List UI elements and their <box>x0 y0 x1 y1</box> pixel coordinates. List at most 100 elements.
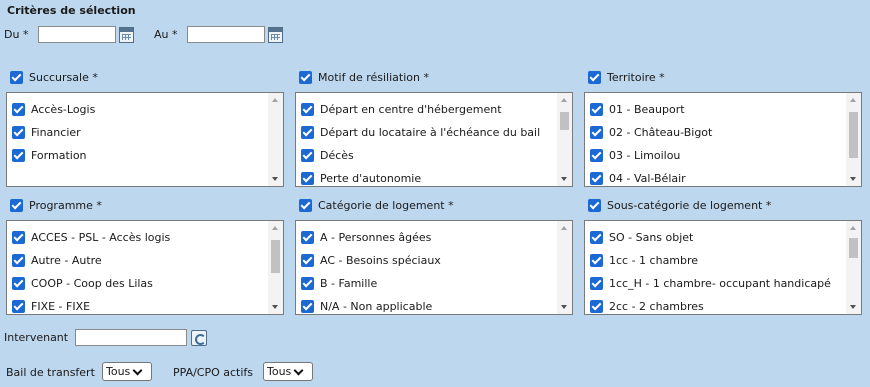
calendar-icon[interactable] <box>268 27 283 43</box>
list-item[interactable]: Départ du locataire à l'échéance du bail <box>301 121 540 144</box>
item-label: Décès <box>320 149 354 162</box>
bail-transfert-select[interactable]: Tous <box>102 362 152 381</box>
scroll-thumb[interactable] <box>560 112 569 130</box>
scroll-thumb[interactable] <box>849 238 858 258</box>
list-item[interactable]: Financier <box>12 121 95 144</box>
item-checkbox[interactable] <box>12 126 25 139</box>
ppa-cpo-value: Tous <box>267 365 292 378</box>
item-checkbox[interactable] <box>301 300 314 313</box>
list-item[interactable]: ACCES - PSL - Accès logis <box>12 226 170 249</box>
scrollbar[interactable] <box>557 221 572 314</box>
au-date-input[interactable] <box>187 26 265 43</box>
scrollbar[interactable] <box>268 93 283 186</box>
programme-header: Programme * <box>10 199 102 212</box>
list-item[interactable]: 01 - Beauport <box>590 98 712 121</box>
item-checkbox[interactable] <box>590 103 603 116</box>
list-item[interactable]: Départ en centre d'hébergement <box>301 98 540 121</box>
list-item[interactable]: 03 - Limoilou <box>590 144 712 167</box>
refresh-icon[interactable] <box>191 330 207 346</box>
scroll-down-icon[interactable] <box>561 177 567 181</box>
item-label: 01 - Beauport <box>609 103 685 116</box>
bail-transfert-value: Tous <box>106 365 131 378</box>
motif-list: Départ en centre d'hébergement Départ du… <box>295 92 573 187</box>
du-date-input[interactable] <box>38 26 116 43</box>
item-checkbox[interactable] <box>590 149 603 162</box>
item-checkbox[interactable] <box>301 254 314 267</box>
item-checkbox[interactable] <box>301 103 314 116</box>
item-checkbox[interactable] <box>590 300 603 313</box>
scroll-down-icon[interactable] <box>272 177 278 181</box>
list-item[interactable]: B - Famille <box>301 272 441 295</box>
scroll-up-icon[interactable] <box>850 98 856 102</box>
item-checkbox[interactable] <box>12 254 25 267</box>
scroll-up-icon[interactable] <box>561 226 567 230</box>
item-checkbox[interactable] <box>12 277 25 290</box>
list-item[interactable]: Autre - Autre <box>12 249 170 272</box>
item-checkbox[interactable] <box>301 126 314 139</box>
item-checkbox[interactable] <box>301 231 314 244</box>
item-label: Perte d'autonomie <box>320 172 422 185</box>
scroll-up-icon[interactable] <box>272 98 278 102</box>
ppa-cpo-select[interactable]: Tous <box>263 362 313 381</box>
scroll-down-icon[interactable] <box>272 305 278 309</box>
item-checkbox[interactable] <box>12 103 25 116</box>
list-item[interactable]: SO - Sans objet <box>590 226 831 249</box>
list-item[interactable]: FIXE - FIXE <box>12 295 170 314</box>
programme-select-all-checkbox[interactable] <box>10 199 23 212</box>
scroll-down-icon[interactable] <box>850 177 856 181</box>
list-item[interactable]: Perte d'autonomie <box>301 167 540 186</box>
souscategorie-header: Sous-catégorie de logement * <box>588 199 771 212</box>
item-checkbox[interactable] <box>590 277 603 290</box>
item-checkbox[interactable] <box>590 231 603 244</box>
item-checkbox[interactable] <box>301 277 314 290</box>
scroll-down-icon[interactable] <box>561 305 567 309</box>
item-checkbox[interactable] <box>590 126 603 139</box>
scroll-up-icon[interactable] <box>850 226 856 230</box>
scrollbar[interactable] <box>846 221 861 314</box>
motif-select-all-checkbox[interactable] <box>299 71 312 84</box>
territoire-select-all-checkbox[interactable] <box>588 71 601 84</box>
souscategorie-label: Sous-catégorie de logement * <box>607 199 772 212</box>
item-checkbox[interactable] <box>12 149 25 162</box>
list-item[interactable]: AC - Besoins spéciaux <box>301 249 441 272</box>
item-checkbox[interactable] <box>12 231 25 244</box>
item-checkbox[interactable] <box>590 172 603 185</box>
scrollbar[interactable] <box>846 93 861 186</box>
item-checkbox[interactable] <box>301 172 314 185</box>
list-item[interactable]: 04 - Val-Bélair <box>590 167 712 186</box>
scroll-down-icon[interactable] <box>850 305 856 309</box>
item-label: AC - Besoins spéciaux <box>320 254 441 267</box>
item-label: 02 - Château-Bigot <box>609 126 713 139</box>
item-label: A - Personnes âgées <box>320 231 432 244</box>
list-item[interactable]: A - Personnes âgées <box>301 226 441 249</box>
categorie-select-all-checkbox[interactable] <box>299 199 312 212</box>
intervenant-input[interactable] <box>75 329 187 346</box>
au-label: Au * <box>154 28 178 41</box>
list-item[interactable]: 2cc - 2 chambres <box>590 295 831 314</box>
succursale-select-all-checkbox[interactable] <box>10 71 23 84</box>
list-item[interactable]: COOP - Coop des Lilas <box>12 272 170 295</box>
list-item[interactable]: Accès-Logis <box>12 98 95 121</box>
list-item[interactable]: 1cc_H - 1 chambre- occupant handicapé <box>590 272 831 295</box>
item-label: 1cc - 1 chambre <box>609 254 699 267</box>
scroll-thumb[interactable] <box>849 112 858 158</box>
du-label: Du * <box>4 28 29 41</box>
list-item[interactable]: 1cc - 1 chambre <box>590 249 831 272</box>
scroll-up-icon[interactable] <box>272 226 278 230</box>
list-item[interactable]: N/A - Non applicable <box>301 295 441 314</box>
souscategorie-select-all-checkbox[interactable] <box>588 199 601 212</box>
calendar-icon[interactable] <box>119 27 134 43</box>
item-checkbox[interactable] <box>301 149 314 162</box>
list-item[interactable]: Formation <box>12 144 95 167</box>
item-checkbox[interactable] <box>12 300 25 313</box>
scrollbar[interactable] <box>557 93 572 186</box>
scroll-up-icon[interactable] <box>561 98 567 102</box>
scroll-thumb[interactable] <box>271 240 280 273</box>
territoire-label: Territoire * <box>607 71 665 84</box>
categorie-label: Catégorie de logement * <box>318 199 454 212</box>
scrollbar[interactable] <box>268 221 283 314</box>
item-checkbox[interactable] <box>590 254 603 267</box>
list-item[interactable]: 02 - Château-Bigot <box>590 121 712 144</box>
list-item[interactable]: Décès <box>301 144 540 167</box>
item-label: N/A - Non applicable <box>320 300 433 313</box>
